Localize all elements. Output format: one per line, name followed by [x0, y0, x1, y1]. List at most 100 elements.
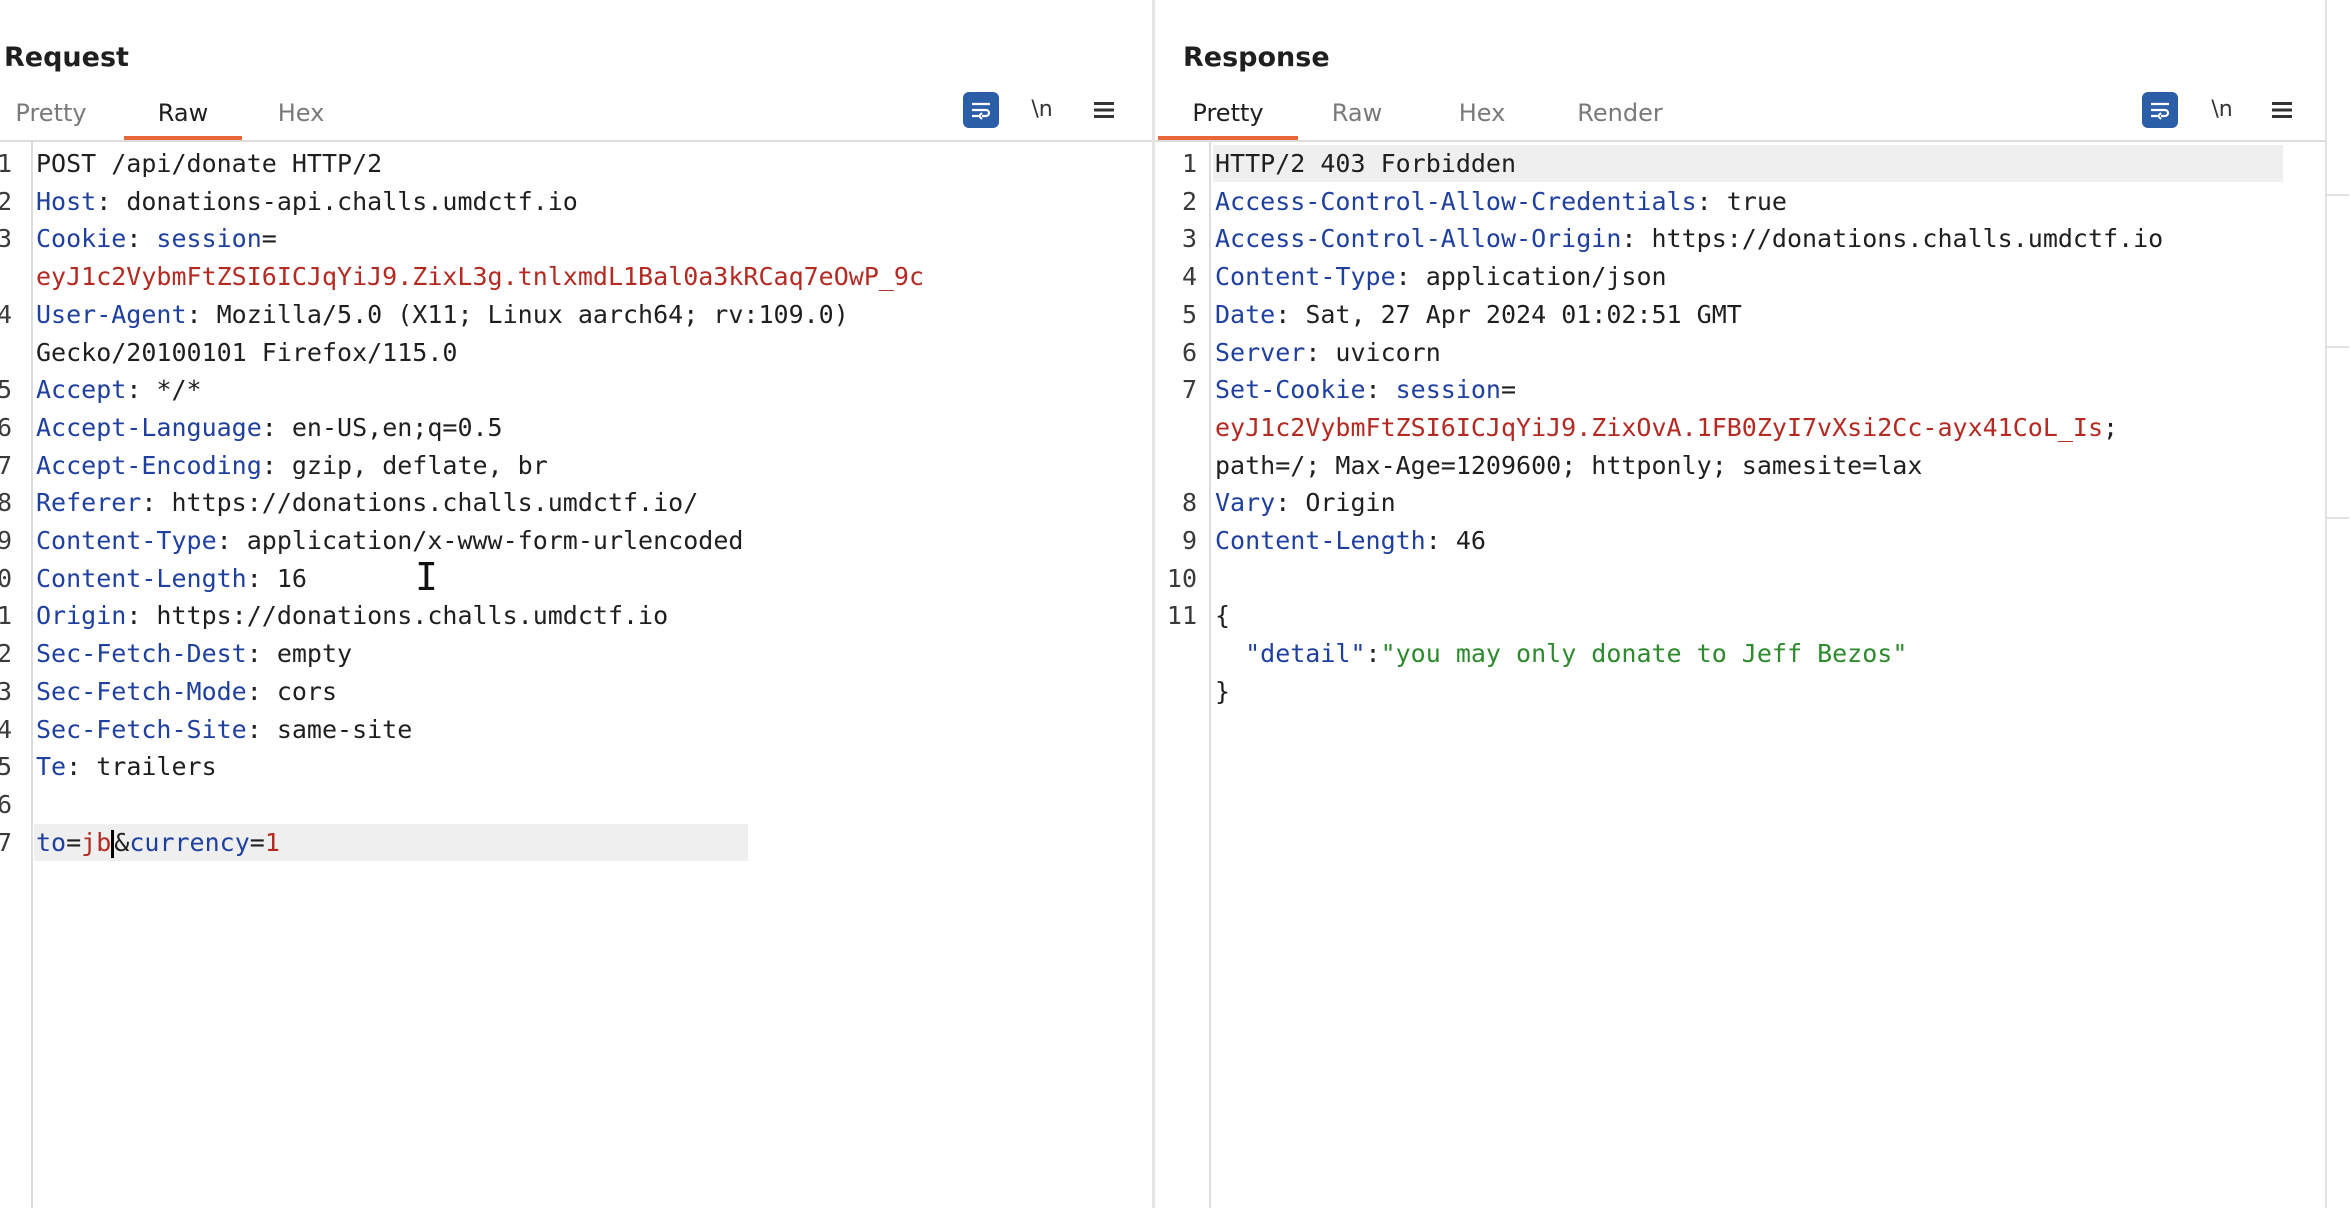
token-key: Server	[1215, 337, 1306, 367]
request-editor[interactable]: 1 POST /api/donate HTTP/2 2 Host: donations…	[0, 142, 1152, 1208]
line-number: 2	[1181, 186, 1197, 216]
token-text: : https://donations.challs.umdctf.io	[1621, 224, 2164, 254]
token-key: Cookie	[36, 224, 127, 254]
token-text: :	[1365, 375, 1396, 405]
line-content: path=/; Max-Age=1209600; httponly; sames…	[1215, 447, 1922, 484]
response-tab-render[interactable]: Render	[1571, 98, 1669, 140]
line-content: Content-Type: application/x-www-form-url…	[36, 522, 743, 559]
token-text: : https://donations.challs.umdctf.io/	[141, 488, 699, 518]
line-number: 1	[0, 601, 12, 631]
token-text: =	[261, 224, 277, 254]
token-key: User-Agent	[36, 299, 187, 329]
token-value: eyJ1c2VybmFtZSI6ICJqYiJ9.ZixL3g.tnlxmdL1…	[36, 262, 925, 292]
line-number: 8	[1181, 488, 1197, 518]
http-message-viewer: Request Pretty Raw Hex \n 1 POST /api/don…	[0, 0, 2350, 1208]
code-line: 6 Accept-Language: en-US,en;q=0.5	[0, 409, 1152, 446]
code-line: 7 to=jb &currency=1	[0, 823, 748, 861]
line-number: 3	[1181, 224, 1197, 254]
code-line: 1 Origin: https://donations.challs.umdctf…	[0, 597, 1152, 634]
token-text: {	[1215, 601, 1231, 631]
panel-divider	[2327, 517, 2349, 519]
code-line: 4 Sec-Fetch-Site: same-site	[0, 711, 1152, 748]
hamburger-menu-icon[interactable]	[1086, 92, 1122, 128]
token-key: Sec-Fetch-Site	[36, 714, 247, 744]
newline-toggle-button[interactable]: \n	[1024, 92, 1060, 128]
line-content: Date: Sat, 27 Apr 2024 01:02:51 GMT	[1215, 296, 1742, 333]
token-key: Content-Type	[36, 526, 217, 555]
token-key: Content-Length	[36, 563, 247, 593]
response-tab-hex[interactable]: Hex	[1453, 98, 1511, 140]
request-title: Request	[4, 42, 129, 73]
token-text: path=/; Max-Age=1209600; httponly; sames…	[1215, 450, 1923, 480]
token-text: =	[66, 827, 82, 857]
response-pane: Response Pretty Raw Hex Render \n 1 HTTP/…	[1155, 0, 2325, 1208]
token-text: : application/json	[1395, 262, 1667, 292]
code-line: 3 Cookie: session=	[0, 220, 1152, 257]
line-number: 8	[0, 488, 12, 518]
line-content: Content-Length: 16	[36, 560, 307, 597]
code-line: 4 Content-Type: application/json	[1155, 258, 2325, 295]
line-content: Te: trailers	[36, 748, 217, 785]
line-number: 4	[1181, 262, 1197, 292]
line-content: Referer: https://donations.challs.umdctf…	[36, 484, 698, 521]
token-text: : uvicorn	[1305, 337, 1441, 367]
line-number: 6	[0, 412, 12, 442]
token-key: Te	[36, 752, 67, 782]
token-text: ;	[2103, 412, 2119, 442]
request-tab-hex[interactable]: Hex	[272, 98, 330, 140]
token-text: : trailers	[66, 752, 217, 782]
token-key: Origin	[36, 601, 127, 631]
line-content: Gecko/20100101 Firefox/115.0	[36, 334, 457, 371]
token-key: Content-Length	[1215, 526, 1426, 555]
code-line: 2 Host: donations-api.challs.umdctf.io	[0, 183, 1152, 220]
line-number: 6	[1181, 337, 1197, 367]
code-line: 5 Te: trailers	[0, 748, 1152, 785]
panel-divider	[2327, 346, 2349, 348]
line-content: Set-Cookie: session=	[1215, 371, 1516, 408]
code-line: 5 Accept: */*	[0, 371, 1152, 408]
line-number: 7	[0, 450, 12, 480]
line-number: 9	[0, 526, 12, 555]
line-number: 7	[0, 827, 12, 857]
line-content: to=jb &currency=1	[36, 824, 280, 861]
line-content: Access-Control-Allow-Origin: https://don…	[1215, 220, 2163, 257]
wrap-lines-icon[interactable]	[2142, 92, 2178, 128]
line-content: Sec-Fetch-Mode: cors	[36, 673, 337, 710]
line-number: 7	[1181, 375, 1197, 405]
response-tab-pretty[interactable]: Pretty	[1158, 98, 1298, 140]
token-key: Host	[36, 186, 97, 216]
newline-toggle-button[interactable]: \n	[2204, 92, 2240, 128]
token-text: :	[126, 224, 157, 254]
line-content: {	[1215, 597, 1230, 634]
code-line: 3 Access-Control-Allow-Origin: https://do…	[1155, 220, 2325, 257]
code-line: 2 Access-Control-Allow-Credentials: true	[1155, 183, 2325, 220]
token-key: to	[36, 827, 67, 857]
code-line: 5 Date: Sat, 27 Apr 2024 01:02:51 GMT	[1155, 296, 2325, 333]
token-text: : application/x-www-form-urlencoded	[216, 526, 744, 555]
token-key: Vary	[1215, 488, 1276, 518]
code-line: 7 Accept-Encoding: gzip, deflate, br	[0, 447, 1152, 484]
line-content: Host: donations-api.challs.umdctf.io	[36, 183, 578, 220]
response-tab-raw[interactable]: Raw	[1327, 98, 1387, 140]
wrap-lines-icon[interactable]	[963, 92, 999, 128]
token-text: : empty	[246, 639, 353, 669]
line-content: POST /api/donate HTTP/2	[36, 145, 382, 182]
line-number: 9	[1181, 526, 1197, 555]
code-line: 10	[1155, 560, 2325, 597]
line-number: 2	[0, 186, 12, 216]
response-editor[interactable]: 1 HTTP/2 403 Forbidden 2 Access-Control-All…	[1155, 142, 2325, 1208]
request-tab-raw[interactable]: Raw	[124, 98, 242, 140]
request-tab-pretty[interactable]: Pretty	[14, 98, 88, 140]
token-text: }	[1215, 676, 1231, 706]
hamburger-menu-icon[interactable]	[2264, 92, 2300, 128]
panel-divider	[2327, 194, 2349, 196]
token-key: Date	[1215, 299, 1276, 329]
token-value: 1	[264, 827, 280, 857]
token-key: Referer	[36, 488, 142, 518]
code-line: 0 Content-Length: 16	[0, 560, 1152, 597]
line-content: Accept: */*	[36, 371, 202, 408]
line-number: 2	[0, 639, 12, 669]
line-number: 10	[1166, 563, 1197, 593]
token-text: &	[114, 827, 130, 857]
token-text: =	[1500, 375, 1517, 405]
